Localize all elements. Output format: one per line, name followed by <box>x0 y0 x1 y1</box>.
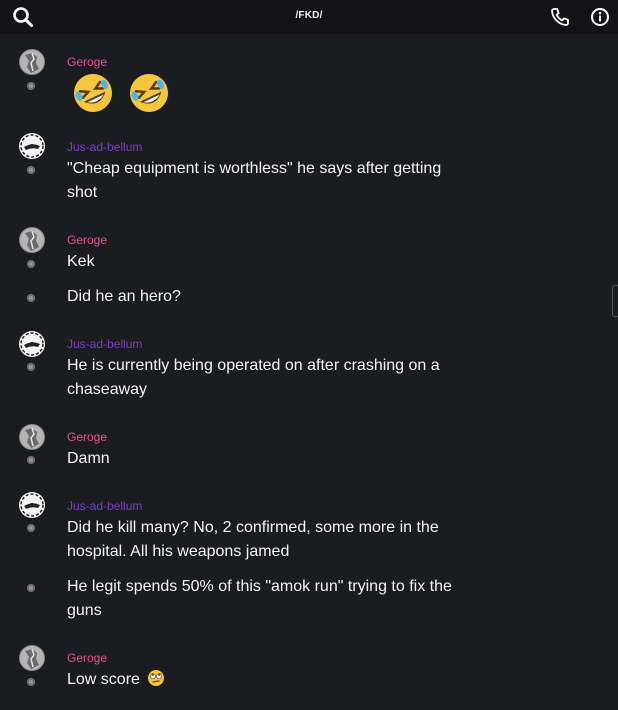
phone-icon[interactable] <box>549 6 571 28</box>
avatar-geroge[interactable] <box>19 227 45 253</box>
avatar-image <box>19 331 45 357</box>
message-dot <box>27 82 35 90</box>
message-text: Damn <box>67 450 110 467</box>
username[interactable]: Jus-ad-bellum <box>67 140 142 154</box>
avatar-image <box>19 227 45 253</box>
message-text: Did he an hero? <box>67 288 181 305</box>
avatar-image <box>19 645 45 671</box>
rolling-laughing-emoji-icon <box>74 74 112 112</box>
avatar-geroge[interactable] <box>19 424 45 450</box>
top-bar: /FKD/ <box>0 0 618 34</box>
message-dot <box>27 678 35 686</box>
message-dot <box>27 584 35 592</box>
avatar-image <box>19 424 45 450</box>
message-dot <box>27 260 35 268</box>
eye-roll-emoji-icon <box>148 670 165 686</box>
message-text: He legit spends 50% of this "amok run" t… <box>67 578 452 619</box>
username[interactable]: Geroge <box>67 233 107 247</box>
avatar-geroge[interactable] <box>19 49 45 75</box>
message-line: Low score <box>67 668 165 692</box>
message-text: "Cheap equipment is worthless" he says a… <box>67 160 442 201</box>
scroll-handle[interactable] <box>612 285 618 317</box>
message-emojis <box>72 72 180 119</box>
username[interactable]: Jus-ad-bellum <box>67 499 142 513</box>
chat-title: /FKD/ <box>295 10 323 21</box>
avatar-jus-ad-bellum[interactable] <box>19 331 45 357</box>
username[interactable]: Geroge <box>67 430 107 444</box>
username[interactable]: Geroge <box>67 651 107 665</box>
avatar-geroge[interactable] <box>19 645 45 671</box>
message-dot <box>27 294 35 302</box>
info-icon[interactable] <box>589 6 611 28</box>
message-text: Low score <box>67 671 140 688</box>
message-text: Kek <box>67 253 95 270</box>
message-dot <box>27 166 35 174</box>
message-text: Did he kill many? No, 2 confirmed, some … <box>67 519 439 560</box>
message-dot <box>27 456 35 464</box>
message-dot <box>27 363 35 371</box>
message-dot <box>27 524 35 532</box>
avatar-image <box>19 492 45 518</box>
avatar-image <box>19 49 45 75</box>
avatar-jus-ad-bellum[interactable] <box>19 492 45 518</box>
rolling-laughing-emoji-icon <box>130 74 169 112</box>
username[interactable]: Geroge <box>67 55 107 69</box>
avatar-jus-ad-bellum[interactable] <box>19 133 45 159</box>
message-feed: Geroge Jus-ad-bellum "Cheap equipment is… <box>0 34 618 710</box>
message-text: He is currently being operated on after … <box>67 357 440 398</box>
username[interactable]: Jus-ad-bellum <box>67 337 142 351</box>
avatar-image <box>19 133 45 159</box>
